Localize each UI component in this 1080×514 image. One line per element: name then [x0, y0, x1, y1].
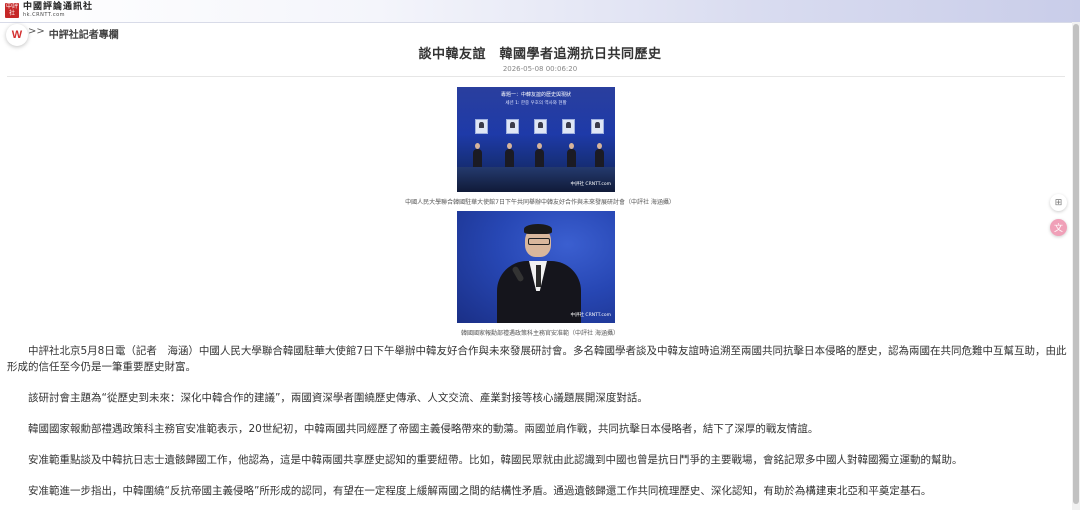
- speaker-photo[interactable]: 中評社 CRNTT.com: [457, 211, 615, 323]
- logo-seal: 中評社: [5, 2, 19, 18]
- photo-watermark: 中評社 CRNTT.com: [570, 313, 612, 319]
- panelist-figure: [535, 143, 544, 167]
- breadcrumb-separator: >>: [28, 26, 45, 37]
- speaker-screen: [475, 119, 488, 134]
- translate-icon[interactable]: 文: [1050, 219, 1067, 236]
- qr-code-icon[interactable]: ⊞: [1050, 194, 1067, 211]
- site-logo[interactable]: 中評社 中國評論通訊社 hk.CRNTT.com: [5, 1, 93, 19]
- banner-line-2: 세션 1: 한중 우호의 역사와 현황: [505, 101, 567, 106]
- scrollbar-thumb[interactable]: [1073, 24, 1079, 504]
- breadcrumb: >> 中評社記者專欄: [28, 26, 119, 41]
- seminar-banner: 專題一：中韓友誼的歷史與現狀 세션 1: 한중 우호의 역사와 현황: [457, 87, 615, 117]
- article-title: 談中韓友誼 韓國學者追溯抗日共同歷史: [418, 47, 662, 62]
- logo-name: 中國評論通訊社: [23, 1, 94, 12]
- title-divider: [7, 76, 1065, 77]
- seminar-photo[interactable]: 專題一：中韓友誼的歷史與現狀 세션 1: 한중 우호의 역사와 현황 中評社 C…: [457, 87, 615, 192]
- speaker-glasses: [528, 238, 550, 245]
- panelist-figure: [595, 143, 604, 167]
- speaker-screen: [562, 119, 575, 134]
- photo-caption: 韓國國家報勳部禮遇政策科主務官安准範（中評社 海涵攝）: [461, 330, 619, 337]
- stage-floor: [457, 167, 615, 192]
- article-paragraph: 安准範進一步指出，中韓圍繞“反抗帝國主義侵略”所形成的認同，有望在一定程度上緩解…: [28, 485, 932, 497]
- article-paragraph: 該研討會主題為“從歷史到未來：深化中韓合作的建議”，兩國資深學者圍繞歷史傳承、人…: [28, 392, 648, 404]
- article-body: 中評社北京5月8日電（記者 海涵）中國人民大學聯合韓國駐華大使館7日下午舉辦中韓…: [7, 343, 1067, 514]
- photo-watermark: 中評社 CRNTT.com: [570, 182, 612, 188]
- article-date: 2026-05-08 00:06:20: [502, 65, 578, 73]
- banner-line-1: 專題一：中韓友誼的歷史與現狀: [500, 92, 571, 98]
- breadcrumb-section-link[interactable]: 中評社記者專欄: [49, 26, 119, 41]
- panelist-figure: [505, 143, 514, 167]
- photo-caption: 中國人民大學聯合韓國駐華大使館7日下午共同舉辦中韓友好合作與未來發展研討會（中評…: [405, 199, 675, 206]
- logo-subtitle: hk.CRNTT.com: [23, 11, 66, 18]
- article-paragraph: 中評社北京5月8日電（記者 海涵）中國人民大學聯合韓國駐華大使館7日下午舉辦中韓…: [7, 345, 1067, 373]
- speaker-tie: [536, 265, 541, 287]
- speaker-hair: [524, 224, 552, 234]
- panelist-figure: [567, 143, 576, 167]
- panelist-figure: [473, 143, 482, 167]
- article-paragraph: 安准範重點談及中韓抗日志士遺骸歸國工作，他認為，這是中韓兩國共享歷史認知的重要紐…: [28, 454, 963, 466]
- speaker-screen: [534, 119, 547, 134]
- top-header-bar: 中評社 中國評論通訊社 hk.CRNTT.com: [0, 0, 1080, 23]
- speaker-screen: [591, 119, 604, 134]
- article-paragraph: 韓國國家報勳部禮遇政策科主務官安准範表示，20世紀初，中韓兩國共同經歷了帝國主義…: [28, 423, 819, 435]
- speaker-screen: [506, 119, 519, 134]
